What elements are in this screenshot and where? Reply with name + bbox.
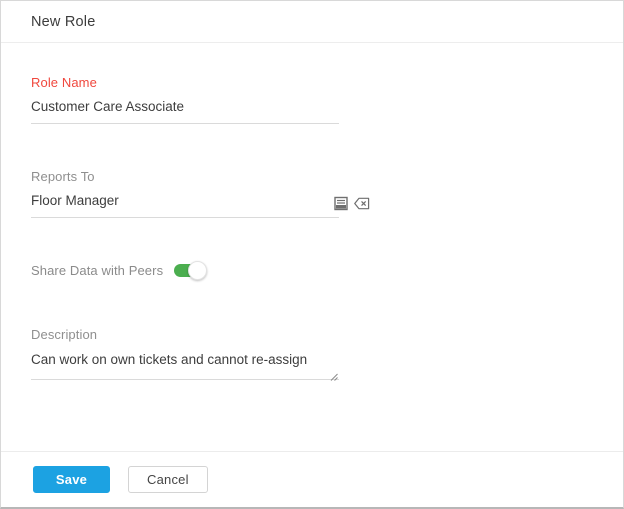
share-data-toggle[interactable] [174,261,208,280]
description-input[interactable]: Can work on own tickets and cannot re-as… [31,351,339,369]
toggle-knob [188,261,208,280]
description-field: Description Can work on own tickets and … [31,327,339,381]
role-name-input[interactable] [31,99,339,124]
new-role-dialog: New Role Role Name Reports To [0,0,624,509]
dialog-header: New Role [1,1,623,43]
role-name-field: Role Name [31,75,339,124]
description-textarea-wrap: Can work on own tickets and cannot re-as… [31,351,339,381]
cancel-button[interactable]: Cancel [128,466,208,493]
reports-to-input[interactable] [31,193,339,218]
share-data-row: Share Data with Peers [31,261,623,280]
description-label: Description [31,327,98,342]
reports-to-actions [333,195,370,211]
reports-to-label: Reports To [31,169,95,184]
form-body: Role Name Reports To [1,75,623,381]
reports-to-field: Reports To [31,169,370,218]
resize-handle-icon[interactable] [330,368,338,381]
dialog-footer: Save Cancel [1,451,623,507]
role-name-label: Role Name [31,75,97,90]
lookup-icon[interactable] [333,195,349,211]
clear-backspace-icon[interactable] [354,195,370,211]
page-title: New Role [31,13,96,30]
save-button[interactable]: Save [33,466,110,493]
share-data-label: Share Data with Peers [31,263,164,278]
